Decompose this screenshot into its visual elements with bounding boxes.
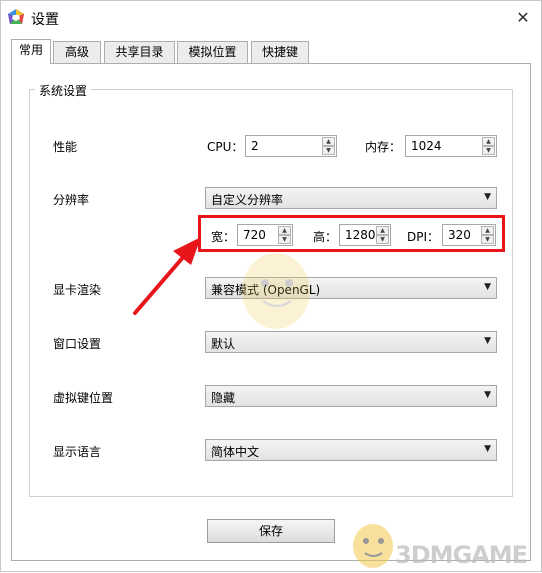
mascot-logo-icon: [353, 524, 393, 568]
site-watermark: 3DMGAME: [395, 541, 528, 569]
tab-general[interactable]: 常用: [11, 39, 51, 64]
settings-window: 设置 ✕ 常用 高级 共享目录 模拟位置 快捷键 系统设置 性能 CPU： ▲▼…: [0, 0, 542, 572]
